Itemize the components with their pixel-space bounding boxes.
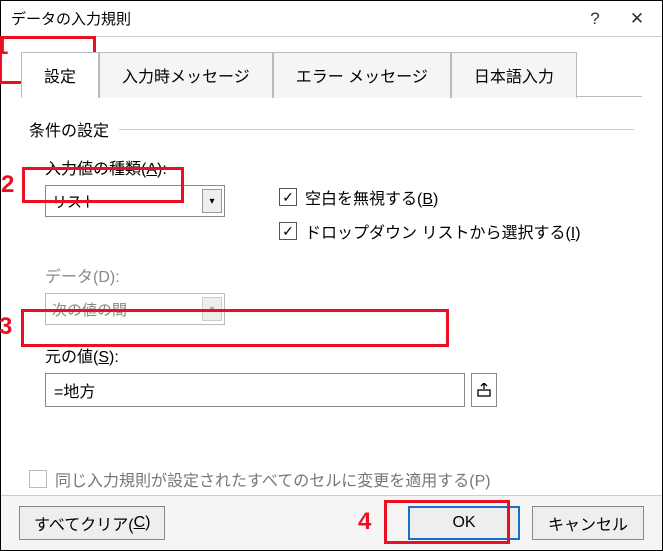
ignore-blank-checkbox[interactable]: ✓ 空白を無視する(B) bbox=[279, 185, 581, 209]
close-button[interactable]: ✕ bbox=[616, 5, 658, 33]
dialog-body: 設定 入力時メッセージ エラー メッセージ 日本語入力 条件の設定 入力値の種類… bbox=[1, 37, 662, 515]
chevron-down-icon: ▾ bbox=[202, 189, 222, 213]
tab-ime-mode[interactable]: 日本語入力 bbox=[451, 52, 577, 98]
tab-input-message[interactable]: 入力時メッセージ bbox=[99, 52, 273, 98]
source-label: 元の値(S): bbox=[45, 343, 634, 367]
fieldset-rule bbox=[119, 129, 634, 130]
titlebar: データの入力規則 ? ✕ bbox=[1, 1, 662, 37]
tab-panel-settings: 条件の設定 入力値の種類(A): リスト ▾ ✓ bbox=[21, 97, 642, 501]
tab-settings[interactable]: 設定 bbox=[21, 52, 99, 98]
check-icon: ✓ bbox=[279, 222, 297, 240]
allow-label: 入力値の種類(A): bbox=[45, 155, 634, 179]
chevron-down-icon: ▾ bbox=[202, 297, 222, 321]
annotation-number-1: 1 bbox=[0, 33, 8, 61]
data-select: 次の値の間 ▾ bbox=[45, 293, 225, 325]
annotation-number-2: 2 bbox=[1, 171, 14, 199]
window-title: データの入力規則 bbox=[11, 8, 574, 29]
ok-button[interactable]: OK bbox=[408, 506, 520, 540]
data-label: データ(D): bbox=[45, 263, 634, 287]
checkbox-icon bbox=[29, 470, 47, 488]
footer: すべてクリア(C) OK キャンセル bbox=[1, 495, 662, 550]
apply-all-checkbox: 同じ入力規則が設定されたすべてのセルに変更を適用する(P) bbox=[29, 467, 634, 491]
check-icon: ✓ bbox=[279, 188, 297, 206]
dialog-window: データの入力規則 ? ✕ 設定 入力時メッセージ エラー メッセージ 日本語入力… bbox=[0, 0, 663, 551]
cancel-button[interactable]: キャンセル bbox=[532, 506, 644, 540]
in-cell-dropdown-checkbox[interactable]: ✓ ドロップダウン リストから選択する(I) bbox=[279, 219, 581, 243]
fieldset-legend-text: 条件の設定 bbox=[29, 117, 109, 141]
clear-all-button[interactable]: すべてクリア(C) bbox=[19, 506, 165, 540]
help-button[interactable]: ? bbox=[574, 5, 616, 33]
data-select-value: 次の値の間 bbox=[52, 299, 127, 320]
allow-select-value: リスト bbox=[52, 191, 97, 212]
source-input[interactable] bbox=[45, 373, 465, 407]
allow-select[interactable]: リスト ▾ bbox=[45, 185, 225, 217]
annotation-number-3: 3 bbox=[0, 313, 12, 341]
tab-error-alert[interactable]: エラー メッセージ bbox=[273, 52, 451, 98]
tab-bar: 設定 入力時メッセージ エラー メッセージ 日本語入力 bbox=[21, 51, 642, 97]
range-select-icon[interactable] bbox=[471, 373, 497, 407]
fieldset-legend: 条件の設定 bbox=[29, 117, 634, 141]
